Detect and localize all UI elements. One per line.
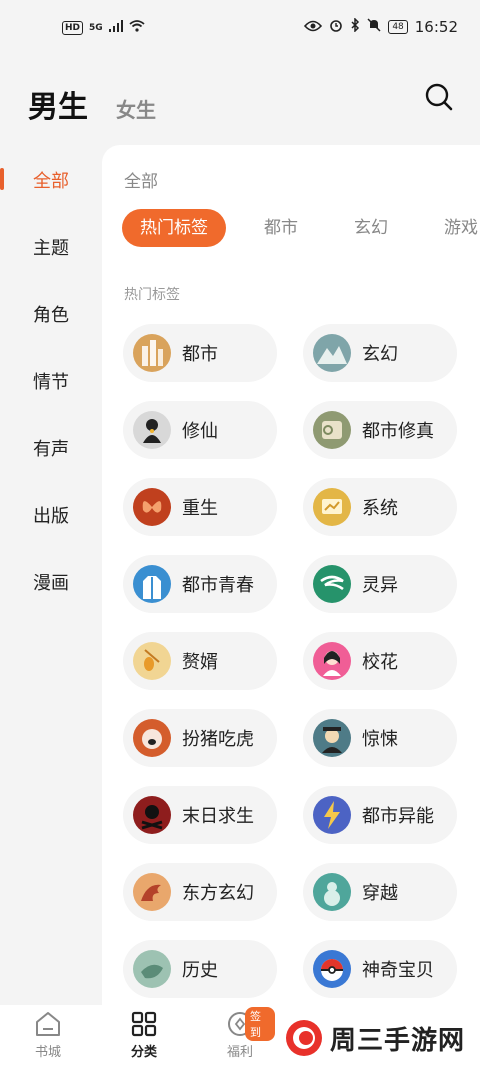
tag-label: 都市 — [182, 344, 218, 365]
tag-label: 历史 — [182, 960, 218, 981]
tag-chip[interactable]: 历史 — [123, 940, 277, 998]
misty-mountains-icon — [313, 334, 351, 372]
rail-item-audio[interactable]: 有声 — [0, 414, 102, 481]
screen-icon — [313, 488, 351, 526]
chip-fantasy[interactable]: 玄幻 — [336, 209, 406, 247]
chip-urban[interactable]: 都市 — [246, 209, 316, 247]
tag-chip[interactable]: 都市异能 — [303, 786, 457, 844]
lantern-icon — [133, 642, 171, 680]
scroll-icon — [313, 411, 351, 449]
section-label: 热门标签 — [124, 287, 180, 303]
tag-chip[interactable]: 校花 — [303, 632, 457, 690]
mute-bell-icon — [367, 18, 381, 36]
tag-label: 都市修真 — [362, 421, 434, 442]
battery-indicator: 48 — [388, 20, 408, 34]
rail-item-theme[interactable]: 主题 — [0, 213, 102, 280]
tag-label: 神奇宝贝 — [362, 960, 434, 981]
lightning-icon — [313, 796, 351, 834]
clock: 16:52 — [414, 18, 458, 36]
network-indicator: 5G — [89, 22, 103, 33]
nav-bookstore[interactable]: 书城 — [13, 1011, 83, 1060]
jade-icon — [133, 950, 171, 988]
tag-label: 都市青春 — [182, 575, 254, 596]
tag-chip[interactable]: 末日求生 — [123, 786, 277, 844]
tab-male[interactable]: 男生 — [28, 82, 88, 126]
skull-icon — [133, 796, 171, 834]
tag-chip[interactable]: 扮猪吃虎 — [123, 709, 277, 767]
nav-category-label: 分类 — [130, 1045, 157, 1060]
tag-label: 玄幻 — [362, 344, 398, 365]
nav-welfare-label: 福利 — [226, 1045, 253, 1060]
nav-category[interactable]: 分类 — [109, 1011, 179, 1060]
tag-chip[interactable]: 灵异 — [303, 555, 457, 613]
rail-item-all[interactable]: 全部 — [0, 146, 102, 213]
hd-indicator: HD — [62, 20, 84, 35]
gender-tabs: 男生 女生 — [28, 82, 156, 126]
official-portrait-icon — [313, 719, 351, 757]
tag-label: 都市异能 — [362, 806, 434, 827]
pig-icon — [133, 719, 171, 757]
rail-item-plot[interactable]: 情节 — [0, 347, 102, 414]
tag-label: 惊悚 — [362, 729, 398, 750]
tag-label: 修仙 — [182, 421, 218, 442]
nav-bookstore-label: 书城 — [34, 1045, 61, 1060]
home-icon — [36, 1012, 60, 1036]
tag-label: 扮猪吃虎 — [182, 729, 254, 750]
tag-chip[interactable]: 玄幻 — [303, 324, 457, 382]
tag-label: 重生 — [182, 498, 218, 519]
panel-title: 全部 — [124, 172, 158, 192]
tag-chip[interactable]: 都市青春 — [123, 555, 277, 613]
tab-female[interactable]: 女生 — [116, 94, 156, 126]
search-button[interactable] — [424, 82, 454, 112]
rail-item-comics[interactable]: 漫画 — [0, 548, 102, 615]
grid-icon — [131, 1011, 157, 1037]
signal-icon — [108, 20, 123, 35]
tag-chip[interactable]: 穿越 — [303, 863, 457, 921]
pokeball-icon — [313, 950, 351, 988]
rail-item-character[interactable]: 角色 — [0, 280, 102, 347]
checkin-badge: 签到 — [245, 1007, 275, 1041]
watermark-text: 周三手游网 — [330, 1025, 466, 1056]
status-bar: HD 5G 48 16:52 — [0, 0, 480, 58]
butterfly-icon — [133, 488, 171, 526]
bluetooth-icon — [350, 17, 360, 36]
tag-chip[interactable]: 系统 — [303, 478, 457, 536]
eye-icon — [304, 18, 323, 36]
wifi-icon — [129, 20, 145, 35]
alarm-icon — [329, 18, 343, 36]
watermark: 周三手游网 — [284, 1018, 465, 1058]
tag-label: 校花 — [362, 652, 398, 673]
city-buildings-icon — [133, 334, 171, 372]
tag-chip[interactable]: 惊悚 — [303, 709, 457, 767]
chip-row: 热门标签 都市 玄幻 游戏 — [122, 209, 480, 247]
tag-label: 灵异 — [362, 575, 398, 596]
tag-chip[interactable]: 修仙 — [123, 401, 277, 459]
tag-panel: 全部 热门标签 都市 玄幻 游戏 热门标签 都市 玄幻 修仙 都市修真 重生 系统 都市青春… — [102, 145, 480, 1005]
tag-chip[interactable]: 神奇宝贝 — [303, 940, 457, 998]
tag-label: 系统 — [362, 498, 398, 519]
chip-hot-tags[interactable]: 热门标签 — [122, 209, 226, 247]
immortal-figure-icon — [133, 411, 171, 449]
tag-chip[interactable]: 都市修真 — [303, 401, 457, 459]
jacket-icon — [133, 565, 171, 603]
tag-chip[interactable]: 赘婿 — [123, 632, 277, 690]
gourd-icon — [313, 873, 351, 911]
tag-label: 穿越 — [362, 883, 398, 904]
rail-item-published[interactable]: 出版 — [0, 481, 102, 548]
tag-grid: 都市 玄幻修仙 都市修真重生 系统都市青春 灵异赘婿 校花扮猪吃虎 惊悚末日求生 都市异能东方… — [123, 324, 463, 998]
watermark-logo-icon — [286, 1020, 322, 1056]
nav-welfare[interactable]: 福利 签到 — [205, 1007, 275, 1060]
tag-chip[interactable]: 重生 — [123, 478, 277, 536]
tag-label: 末日求生 — [182, 806, 254, 827]
girl-icon — [313, 642, 351, 680]
dragon-icon — [133, 873, 171, 911]
tag-label: 赘婿 — [182, 652, 218, 673]
tag-chip[interactable]: 东方玄幻 — [123, 863, 277, 921]
search-icon — [425, 83, 453, 111]
category-rail: 全部 主题 角色 情节 有声 出版 漫画 — [0, 146, 102, 615]
swirl-icon — [313, 565, 351, 603]
chip-game[interactable]: 游戏 — [426, 209, 480, 247]
tag-label: 东方玄幻 — [182, 883, 254, 904]
tag-chip[interactable]: 都市 — [123, 324, 277, 382]
